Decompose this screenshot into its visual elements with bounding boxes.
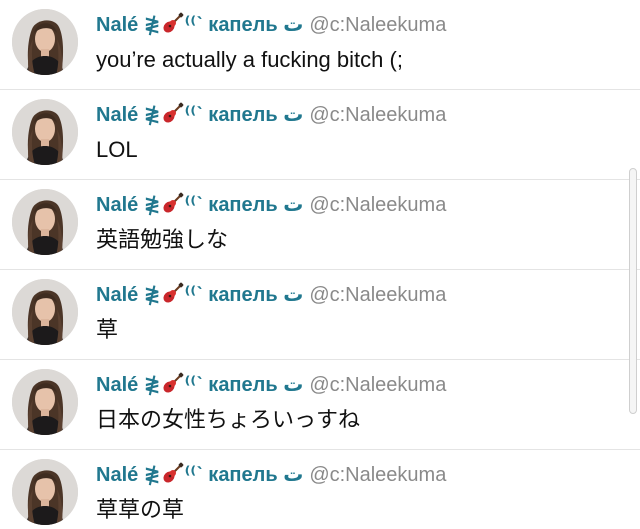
post-header: Nalé ≹ ⁽⁽ˋ капель ت @c:Naleekuma (96, 282, 446, 308)
display-name-suffix: ⁽⁽ˋ капель ت (184, 14, 304, 36)
display-name-prefix: Nalé ≹ (96, 374, 161, 396)
avatar[interactable] (12, 369, 78, 435)
post-item[interactable]: Nalé ≹ ⁽⁽ˋ капель ت @c:Naleekuma 英語勉強しな (0, 180, 640, 270)
post-text: 英語勉強しな (96, 227, 229, 252)
post-item[interactable]: Nalé ≹ ⁽⁽ˋ капель ت @c:Naleekuma 草草の草 (0, 450, 640, 529)
post-text: 日本の女性ちょろいっすね (96, 407, 361, 432)
author-display-name[interactable]: Nalé ≹ ⁽⁽ˋ капель ت (96, 374, 303, 396)
scrollbar[interactable] (629, 168, 637, 414)
display-name-prefix: Nalé ≹ (96, 14, 161, 36)
author-display-name[interactable]: Nalé ≹ ⁽⁽ˋ капель ت (96, 464, 303, 486)
guitar-icon (162, 372, 184, 394)
post-header: Nalé ≹ ⁽⁽ˋ капель ت @c:Naleekuma (96, 372, 446, 398)
post-header: Nalé ≹ ⁽⁽ˋ капель ت @c:Naleekuma (96, 102, 446, 128)
display-name-suffix: ⁽⁽ˋ капель ت (184, 104, 304, 126)
post-text: LOL (96, 137, 138, 162)
display-name-prefix: Nalé ≹ (96, 104, 161, 126)
author-display-name[interactable]: Nalé ≹ ⁽⁽ˋ капель ت (96, 104, 303, 126)
avatar[interactable] (12, 189, 78, 255)
author-display-name[interactable]: Nalé ≹ ⁽⁽ˋ капель ت (96, 284, 303, 306)
guitar-icon (162, 462, 184, 484)
avatar[interactable] (12, 9, 78, 75)
avatar[interactable] (12, 459, 78, 525)
post-header: Nalé ≹ ⁽⁽ˋ капель ت @c:Naleekuma (96, 12, 446, 38)
display-name-prefix: Nalé ≹ (96, 464, 161, 486)
avatar[interactable] (12, 279, 78, 345)
author-display-name[interactable]: Nalé ≹ ⁽⁽ˋ капель ت (96, 194, 303, 216)
author-handle[interactable]: @c:Naleekuma (309, 14, 446, 36)
display-name-suffix: ⁽⁽ˋ капель ت (184, 284, 304, 306)
author-handle[interactable]: @c:Naleekuma (309, 194, 446, 216)
guitar-icon (162, 102, 184, 124)
post-header: Nalé ≹ ⁽⁽ˋ капель ت @c:Naleekuma (96, 192, 446, 218)
display-name-suffix: ⁽⁽ˋ капель ت (184, 194, 304, 216)
author-handle[interactable]: @c:Naleekuma (309, 374, 446, 396)
display-name-suffix: ⁽⁽ˋ капель ت (184, 374, 304, 396)
display-name-prefix: Nalé ≹ (96, 194, 161, 216)
author-handle[interactable]: @c:Naleekuma (309, 464, 446, 486)
display-name-suffix: ⁽⁽ˋ капель ت (184, 464, 304, 486)
post-text: 草 (96, 317, 119, 342)
timeline-feed[interactable]: Nalé ≹ ⁽⁽ˋ капель ت @c:Naleekuma you’re ac… (0, 0, 640, 529)
author-handle[interactable]: @c:Naleekuma (309, 284, 446, 306)
post-item[interactable]: Nalé ≹ ⁽⁽ˋ капель ت @c:Naleekuma 草 (0, 270, 640, 360)
guitar-icon (162, 12, 184, 34)
post-header: Nalé ≹ ⁽⁽ˋ капель ت @c:Naleekuma (96, 462, 446, 488)
avatar[interactable] (12, 99, 78, 165)
author-display-name[interactable]: Nalé ≹ ⁽⁽ˋ капель ت (96, 14, 303, 36)
guitar-icon (162, 282, 184, 304)
author-handle[interactable]: @c:Naleekuma (309, 104, 446, 126)
post-text: 草草の草 (96, 497, 185, 522)
display-name-prefix: Nalé ≹ (96, 284, 161, 306)
post-item[interactable]: Nalé ≹ ⁽⁽ˋ капель ت @c:Naleekuma you’re ac… (0, 0, 640, 90)
post-item[interactable]: Nalé ≹ ⁽⁽ˋ капель ت @c:Naleekuma LOL (0, 90, 640, 180)
post-item[interactable]: Nalé ≹ ⁽⁽ˋ капель ت @c:Naleekuma 日本の女性ちょろい… (0, 360, 640, 450)
post-text: you’re actually a fucking bitch (; (96, 47, 403, 72)
guitar-icon (162, 192, 184, 214)
